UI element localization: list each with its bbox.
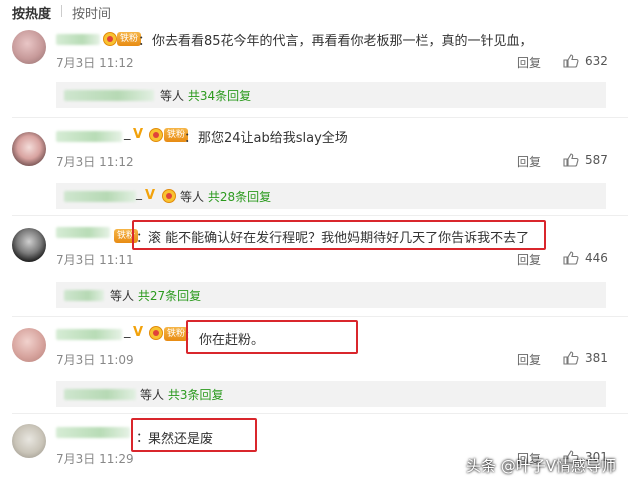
- v-verified-icon: V: [133, 127, 144, 142]
- sub-replies-link[interactable]: 共34条回复: [188, 89, 251, 103]
- username-blurred[interactable]: [56, 427, 130, 438]
- sub-username-blurred: [64, 191, 136, 202]
- comment-item: ： 果然还是废 7月3日 11:29 回复 301: [0, 418, 640, 487]
- username-blurred[interactable]: [56, 227, 110, 238]
- comment-time: 7月3日 11:09: [56, 353, 134, 367]
- sub-replies-box[interactable]: 等人 共3条回复: [56, 381, 606, 407]
- sub-prefix: 等人: [160, 89, 185, 103]
- underscore: _: [124, 324, 131, 339]
- username-blurred[interactable]: [56, 131, 122, 142]
- sub-replies-link[interactable]: 共28条回复: [208, 190, 271, 204]
- comment-time: 7月3日 11:12: [56, 155, 134, 169]
- crown-icon: [103, 32, 117, 46]
- thumbs-up-icon[interactable]: [563, 54, 579, 68]
- thumbs-up-icon[interactable]: [563, 251, 579, 265]
- sub-replies-box[interactable]: 等人 共34条回复: [56, 82, 606, 108]
- comment-text: 那您24让ab给我slay全场: [198, 131, 348, 146]
- comment-time: 7月3日 11:29: [56, 452, 134, 466]
- reply-button[interactable]: 回复: [517, 54, 541, 71]
- avatar[interactable]: [12, 228, 46, 262]
- underscore: _: [136, 186, 142, 200]
- colon: ：: [138, 34, 152, 49]
- avatar[interactable]: [12, 30, 46, 64]
- sub-replies-box[interactable]: 等人 共27条回复: [56, 282, 606, 308]
- crown-icon: [149, 128, 163, 142]
- username-blurred[interactable]: [56, 329, 122, 340]
- sub-username-blurred: [64, 389, 136, 400]
- sort-by-hot-tab[interactable]: 按热度: [12, 3, 51, 22]
- sub-replies-link[interactable]: 共3条回复: [168, 388, 224, 402]
- avatar[interactable]: [12, 132, 46, 166]
- like-count: 446: [585, 251, 608, 265]
- sub-prefix: 等人: [140, 388, 165, 402]
- sub-replies-summary: 等人 共28条回复: [180, 188, 271, 205]
- divider: [12, 413, 628, 414]
- comment-text: 你去看看85花今年的代言，再看看你老板那一栏，真的一针见血，: [152, 34, 533, 49]
- comment-time: 7月3日 11:11: [56, 253, 134, 267]
- like-count: 381: [585, 351, 608, 365]
- comment-item: 铁粉 ： 滚 能不能确认好在发行程呢？我他妈期待好几天了你告诉我不去了 7月3日…: [0, 220, 640, 312]
- like-count: 587: [585, 153, 608, 167]
- comment-time: 7月3日 11:12: [56, 56, 134, 70]
- divider: [12, 215, 628, 216]
- divider: [12, 117, 628, 118]
- sub-username-blurred: [64, 90, 154, 101]
- comment-item: 铁粉 ： 你去看看85花今年的代言，再看看你老板那一栏，真的一针见血， 7月3日…: [0, 26, 640, 110]
- crown-icon: [162, 189, 176, 203]
- sub-replies-link[interactable]: 共27条回复: [138, 289, 201, 303]
- sub-replies-summary: 等人 共3条回复: [140, 386, 223, 403]
- highlight-box: [132, 220, 546, 250]
- username-blurred[interactable]: [56, 34, 100, 45]
- sub-prefix: 等人: [110, 289, 135, 303]
- sort-bar: 按热度 按时间: [0, 0, 640, 22]
- like-count: 632: [585, 54, 608, 68]
- colon: ：: [184, 131, 198, 146]
- reply-button[interactable]: 回复: [517, 153, 541, 170]
- highlight-box: [186, 320, 358, 354]
- reply-button[interactable]: 回复: [517, 351, 541, 368]
- sort-divider: [61, 5, 62, 17]
- sub-replies-box[interactable]: _ V 等人 共28条回复: [56, 183, 606, 209]
- v-verified-icon: V: [133, 325, 144, 340]
- sub-replies-summary: 等人 共27条回复: [110, 287, 201, 304]
- avatar[interactable]: [12, 424, 46, 458]
- thumbs-up-icon[interactable]: [563, 153, 579, 167]
- sub-username-blurred: [64, 290, 104, 301]
- crown-icon: [149, 326, 163, 340]
- v-verified-icon: V: [145, 188, 156, 203]
- avatar[interactable]: [12, 328, 46, 362]
- underscore: _: [124, 126, 131, 141]
- highlight-box: [131, 418, 257, 452]
- divider: [12, 316, 628, 317]
- sub-prefix: 等人: [180, 190, 205, 204]
- sub-replies-summary: 等人 共34条回复: [160, 87, 251, 104]
- comment-item: _ V 铁粉 ： 那您24让ab给我slay全场 7月3日 11:12 回复 5…: [0, 124, 640, 210]
- watermark: 头条 @叶子V情感导师: [466, 457, 617, 475]
- sort-by-time-tab[interactable]: 按时间: [72, 3, 111, 22]
- thumbs-up-icon[interactable]: [563, 351, 579, 365]
- comment-item: _ V 铁粉 ： 你在赶粉。 7月3日 11:09 回复 381 等人 共3条回…: [0, 320, 640, 410]
- reply-button[interactable]: 回复: [517, 251, 541, 268]
